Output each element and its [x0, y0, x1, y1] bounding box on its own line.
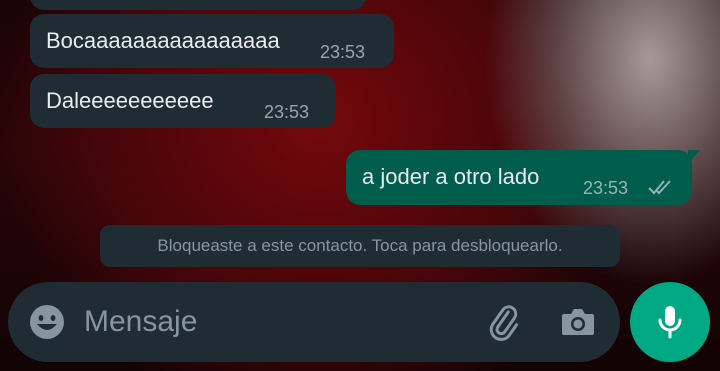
message-text: Bocaaaaaaaaaaaaaaaa — [46, 28, 280, 53]
message-bubble-incoming[interactable]: Bocaaaaaaaaaaaaaaaa 23:53 — [30, 14, 394, 68]
blocked-contact-notice[interactable]: Bloqueaste a este contacto. Toca para de… — [100, 225, 620, 267]
message-time: 23:53 — [583, 178, 629, 198]
read-double-check-icon — [648, 174, 674, 202]
camera-icon[interactable] — [558, 302, 598, 342]
message-time: 23:53 — [264, 102, 310, 122]
microphone-icon — [658, 306, 682, 339]
message-bubble-incoming-partial[interactable] — [30, 0, 366, 10]
bubble-tail — [688, 150, 700, 164]
message-time: 23:53 — [320, 42, 366, 62]
message-bubble-outgoing[interactable]: a joder a otro lado 23:53 — [346, 150, 700, 205]
attach-icon[interactable] — [482, 301, 524, 343]
message-text: Daleeeeeeeeeee — [46, 88, 214, 113]
message-text: a joder a otro lado — [362, 164, 540, 189]
message-composer — [8, 282, 620, 362]
message-input[interactable] — [84, 302, 464, 342]
emoji-icon[interactable] — [28, 303, 66, 341]
message-bubble-incoming[interactable]: Daleeeeeeeeeee 23:53 — [30, 74, 336, 128]
microphone-button[interactable] — [630, 282, 710, 362]
chat-area: Bocaaaaaaaaaaaaaaaa 23:53 Daleeeeeeeeeee… — [0, 0, 720, 280]
